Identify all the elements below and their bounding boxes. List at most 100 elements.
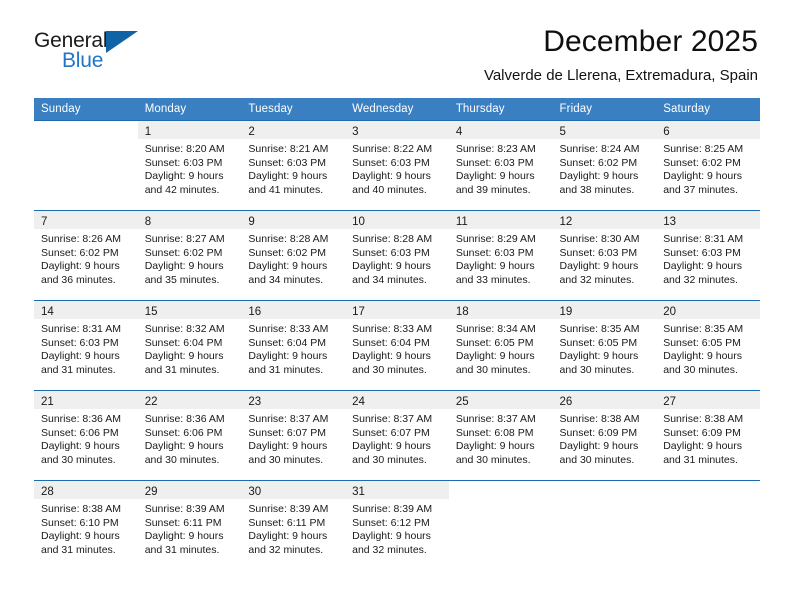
day-number-band bbox=[656, 481, 760, 499]
day-cell-empty bbox=[656, 481, 760, 570]
daylight-text-line2: and 32 minutes. bbox=[663, 273, 738, 286]
day-cell-content[interactable]: 30 Sunrise: 8:39 AM Sunset: 6:11 PM Dayligh… bbox=[241, 481, 346, 570]
daylight-text-line2: and 42 minutes. bbox=[144, 183, 220, 196]
day-cell-content[interactable]: 25 Sunrise: 8:37 AM Sunset: 6:08 PM Dayligh… bbox=[448, 391, 553, 480]
day-cell-content[interactable]: 27 Sunrise: 8:38 AM Sunset: 6:09 PM Dayligh… bbox=[656, 391, 760, 480]
day-number: 31 bbox=[352, 486, 365, 498]
sunset-text: Sunset: 6:04 PM bbox=[352, 336, 430, 349]
calendar-day-cell: 17 Sunrise: 8:33 AM Sunset: 6:04 PM Dayligh… bbox=[345, 300, 449, 391]
day-number-band: 20 bbox=[656, 301, 760, 319]
day-cell-content[interactable]: 2 Sunrise: 8:21 AM Sunset: 6:03 PM Daylight… bbox=[241, 121, 346, 210]
sunset-text: Sunset: 6:04 PM bbox=[144, 336, 223, 349]
day-cell-details: Sunrise: 8:33 AM Sunset: 6:04 PM Daylight:… bbox=[345, 319, 449, 377]
daylight-text-line1: Daylight: 9 hours bbox=[41, 530, 120, 543]
day-cell-content[interactable]: 14 Sunrise: 8:31 AM Sunset: 6:03 PM Dayligh… bbox=[34, 301, 138, 390]
daylight-text-line1: Daylight: 9 hours bbox=[144, 350, 224, 363]
day-cell-content[interactable]: 7 Sunrise: 8:26 AM Sunset: 6:02 PM Daylight… bbox=[34, 211, 138, 300]
daylight-text-line1: Daylight: 9 hours bbox=[41, 440, 120, 453]
day-cell-content[interactable]: 19 Sunrise: 8:35 AM Sunset: 6:05 PM Dayligh… bbox=[552, 301, 657, 390]
sunrise-text: Sunrise: 8:35 AM bbox=[663, 323, 744, 335]
daylight-text-line2: and 31 minutes. bbox=[663, 453, 738, 466]
sunrise-text: Sunrise: 8:24 AM bbox=[559, 143, 640, 155]
sunrise-text: Sunrise: 8:33 AM bbox=[352, 323, 433, 335]
day-number: 30 bbox=[248, 486, 262, 498]
calendar-day-cell bbox=[656, 480, 760, 570]
day-number-band: 2 bbox=[241, 121, 346, 139]
day-number: 14 bbox=[41, 306, 54, 318]
day-number-band: 26 bbox=[552, 391, 657, 409]
day-cell-content[interactable]: 13 Sunrise: 8:31 AM Sunset: 6:03 PM Dayligh… bbox=[656, 211, 760, 300]
day-number: 12 bbox=[559, 216, 573, 228]
day-cell-content[interactable]: 8 Sunrise: 8:27 AM Sunset: 6:02 PM Daylight… bbox=[137, 211, 242, 300]
day-cell-content[interactable]: 21 Sunrise: 8:36 AM Sunset: 6:06 PM Dayligh… bbox=[34, 391, 138, 480]
day-cell-content[interactable]: 18 Sunrise: 8:34 AM Sunset: 6:05 PM Dayligh… bbox=[448, 301, 553, 390]
day-number: 23 bbox=[248, 396, 262, 408]
calendar-week-row: 1 Sunrise: 8:20 AM Sunset: 6:03 PM Daylight… bbox=[34, 120, 760, 211]
calendar-day-cell: 1 Sunrise: 8:20 AM Sunset: 6:03 PM Daylight… bbox=[137, 120, 242, 211]
weekday-header-friday: Friday bbox=[552, 98, 657, 121]
day-cell-details: Sunrise: 8:25 AM Sunset: 6:02 PM Daylight:… bbox=[656, 139, 760, 197]
day-cell-details: Sunrise: 8:29 AM Sunset: 6:03 PM Daylight:… bbox=[449, 229, 553, 287]
day-number-band: 8 bbox=[137, 211, 242, 229]
day-cell-details: Sunrise: 8:39 AM Sunset: 6:11 PM Daylight:… bbox=[241, 499, 345, 557]
day-cell-content[interactable]: 6 Sunrise: 8:25 AM Sunset: 6:02 PM Daylight… bbox=[656, 121, 760, 210]
day-cell-content[interactable]: 5 Sunrise: 8:24 AM Sunset: 6:02 PM Daylight… bbox=[552, 121, 657, 210]
daylight-text-line1: Daylight: 9 hours bbox=[455, 260, 535, 273]
day-cell-content[interactable]: 12 Sunrise: 8:30 AM Sunset: 6:03 PM Dayligh… bbox=[552, 211, 657, 300]
day-cell-content[interactable]: 26 Sunrise: 8:38 AM Sunset: 6:09 PM Dayligh… bbox=[552, 391, 657, 480]
calendar-day-cell: 9 Sunrise: 8:28 AM Sunset: 6:02 PM Daylight… bbox=[241, 210, 346, 301]
day-cell-content[interactable]: 10 Sunrise: 8:28 AM Sunset: 6:03 PM Dayligh… bbox=[345, 211, 449, 300]
day-cell-content[interactable]: 24 Sunrise: 8:37 AM Sunset: 6:07 PM Dayligh… bbox=[345, 391, 449, 480]
triangle-logo-icon bbox=[106, 31, 138, 53]
day-cell-content[interactable]: 3 Sunrise: 8:22 AM Sunset: 6:03 PM Daylight… bbox=[345, 121, 449, 210]
day-cell-content[interactable]: 1 Sunrise: 8:20 AM Sunset: 6:03 PM Daylight… bbox=[137, 121, 242, 210]
day-number-band: 16 bbox=[241, 301, 346, 319]
day-cell-content[interactable]: 31 Sunrise: 8:39 AM Sunset: 6:12 PM Dayligh… bbox=[345, 481, 449, 570]
sunrise-text: Sunrise: 8:30 AM bbox=[559, 233, 640, 245]
day-cell-content[interactable]: 16 Sunrise: 8:33 AM Sunset: 6:04 PM Dayligh… bbox=[241, 301, 346, 390]
daylight-text-line2: and 32 minutes. bbox=[248, 543, 324, 556]
calendar-day-cell: 3 Sunrise: 8:22 AM Sunset: 6:03 PM Daylight… bbox=[345, 120, 449, 211]
daylight-text-line2: and 30 minutes. bbox=[455, 453, 531, 466]
day-cell-content[interactable]: 28 Sunrise: 8:38 AM Sunset: 6:10 PM Dayligh… bbox=[34, 481, 138, 570]
sunrise-text: Sunrise: 8:33 AM bbox=[248, 323, 329, 335]
day-cell-details: Sunrise: 8:35 AM Sunset: 6:05 PM Daylight:… bbox=[553, 319, 657, 377]
day-cell-content[interactable]: 23 Sunrise: 8:37 AM Sunset: 6:07 PM Dayligh… bbox=[241, 391, 346, 480]
day-cell-content[interactable]: 15 Sunrise: 8:32 AM Sunset: 6:04 PM Dayligh… bbox=[137, 301, 242, 390]
day-cell-details: Sunrise: 8:37 AM Sunset: 6:07 PM Daylight:… bbox=[345, 409, 449, 467]
weekday-header-wednesday: Wednesday bbox=[345, 98, 449, 121]
daylight-text-line1: Daylight: 9 hours bbox=[41, 350, 120, 363]
day-cell-details: Sunrise: 8:27 AM Sunset: 6:02 PM Daylight:… bbox=[138, 229, 242, 287]
day-number: 11 bbox=[455, 216, 468, 228]
calendar-day-cell bbox=[34, 120, 138, 211]
sunset-text: Sunset: 6:03 PM bbox=[352, 156, 430, 169]
day-cell-content[interactable]: 17 Sunrise: 8:33 AM Sunset: 6:04 PM Dayligh… bbox=[345, 301, 449, 390]
daylight-text-line2: and 30 minutes. bbox=[559, 363, 635, 376]
brand-logo[interactable]: General Blue bbox=[34, 26, 164, 82]
daylight-text-line2: and 30 minutes. bbox=[352, 453, 427, 466]
day-number: 26 bbox=[559, 396, 573, 408]
sunrise-text: Sunrise: 8:38 AM bbox=[559, 413, 640, 425]
daylight-text-line1: Daylight: 9 hours bbox=[455, 350, 535, 363]
brand-name-blue: Blue bbox=[62, 49, 104, 72]
day-number: 6 bbox=[663, 126, 670, 138]
day-cell-content[interactable]: 20 Sunrise: 8:35 AM Sunset: 6:05 PM Dayligh… bbox=[656, 301, 760, 390]
day-cell-details bbox=[656, 499, 760, 503]
day-number-band: 22 bbox=[137, 391, 242, 409]
day-cell-content[interactable]: 22 Sunrise: 8:36 AM Sunset: 6:06 PM Dayligh… bbox=[137, 391, 242, 480]
day-cell-content[interactable]: 4 Sunrise: 8:23 AM Sunset: 6:03 PM Daylight… bbox=[448, 121, 553, 210]
day-cell-details: Sunrise: 8:24 AM Sunset: 6:02 PM Daylight:… bbox=[553, 139, 657, 197]
daylight-text-line2: and 30 minutes. bbox=[248, 453, 324, 466]
day-cell-details bbox=[34, 139, 138, 143]
day-cell-content[interactable]: 11 Sunrise: 8:29 AM Sunset: 6:03 PM Dayligh… bbox=[448, 211, 553, 300]
day-cell-details: Sunrise: 8:20 AM Sunset: 6:03 PM Daylight:… bbox=[138, 139, 242, 197]
calendar-day-cell: 21 Sunrise: 8:36 AM Sunset: 6:06 PM Dayligh… bbox=[34, 390, 138, 481]
day-cell-content[interactable]: 9 Sunrise: 8:28 AM Sunset: 6:02 PM Daylight… bbox=[241, 211, 346, 300]
calendar-day-cell bbox=[448, 480, 553, 570]
sunrise-text: Sunrise: 8:28 AM bbox=[248, 233, 329, 245]
day-cell-content[interactable]: 29 Sunrise: 8:39 AM Sunset: 6:11 PM Dayligh… bbox=[137, 481, 242, 570]
sunrise-text: Sunrise: 8:38 AM bbox=[663, 413, 744, 425]
day-cell-details: Sunrise: 8:38 AM Sunset: 6:09 PM Daylight:… bbox=[656, 409, 760, 467]
daylight-text-line2: and 31 minutes. bbox=[248, 363, 324, 376]
sunset-text: Sunset: 6:03 PM bbox=[352, 246, 430, 259]
